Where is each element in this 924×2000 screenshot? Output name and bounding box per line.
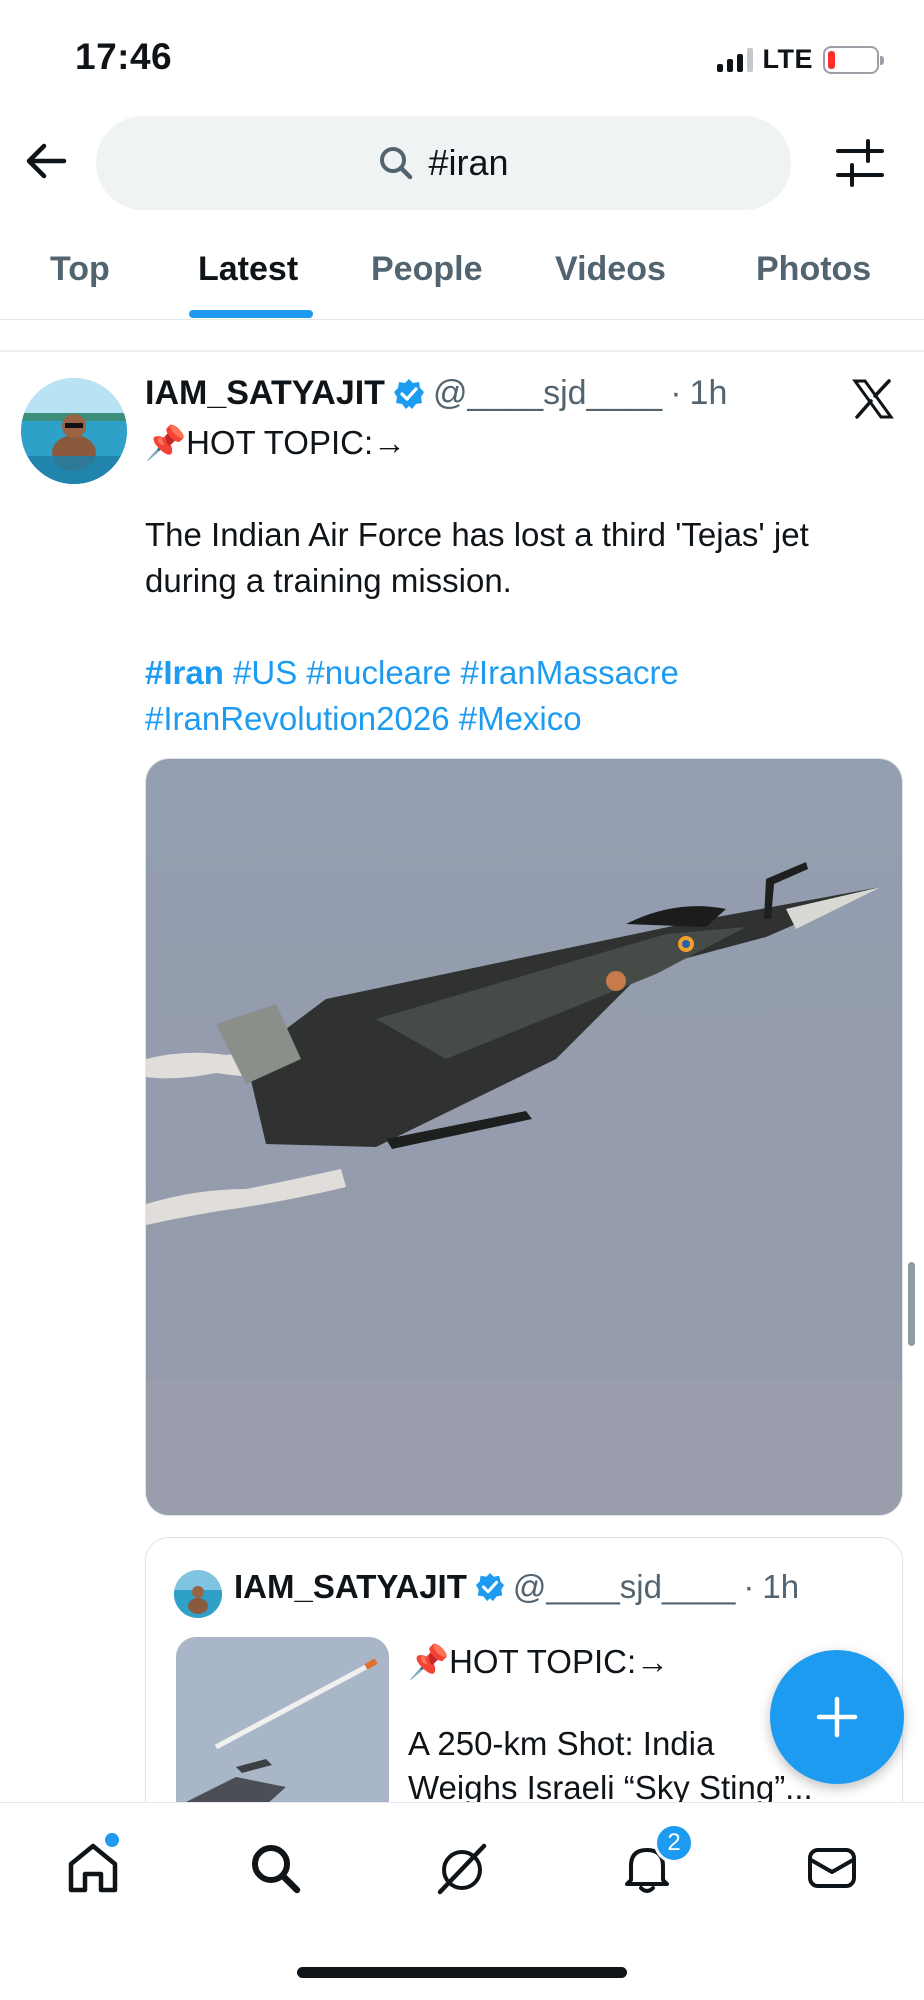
tweet-text-line: The Indian Air Force has lost a third 'T… bbox=[145, 516, 809, 553]
hashtags-line: #IranRevolution2026 #Mexico bbox=[145, 696, 582, 742]
hashtag-link[interactable]: #US bbox=[233, 654, 297, 691]
scrollbar[interactable] bbox=[908, 1262, 915, 1346]
tab-latest[interactable]: Latest bbox=[198, 250, 298, 289]
author-handle: @____sjd____ bbox=[512, 1568, 736, 1605]
search-input[interactable]: #iran bbox=[96, 116, 791, 210]
search-icon bbox=[380, 147, 413, 180]
tweet-header: IAM_SATYAJIT @____sjd____ · 1h bbox=[145, 374, 727, 413]
tweet-text-line: 📌HOT TOPIC:→ bbox=[145, 424, 407, 461]
nav-grok[interactable] bbox=[427, 1833, 497, 1903]
fighter-jet-photo bbox=[146, 759, 902, 1515]
divider bbox=[0, 350, 924, 352]
battery-level bbox=[828, 50, 835, 69]
separator-dot: · bbox=[670, 374, 682, 412]
search-icon bbox=[252, 1845, 301, 1894]
avatar bbox=[174, 1570, 222, 1618]
home-icon bbox=[68, 1843, 118, 1893]
nav-search[interactable] bbox=[240, 1833, 310, 1903]
home-unread-dot bbox=[105, 1833, 119, 1847]
back-arrow-icon bbox=[26, 143, 67, 179]
quoted-tweet-text-line: 📌HOT TOPIC:→ bbox=[408, 1643, 670, 1680]
author-name[interactable]: IAM_SATYAJIT bbox=[145, 374, 385, 413]
network-label: LTE bbox=[762, 44, 813, 74]
hashtag-link[interactable]: #Mexico bbox=[459, 700, 582, 737]
battery-icon bbox=[823, 45, 884, 74]
verified-badge-icon bbox=[475, 1572, 504, 1602]
hashtag-link[interactable]: #nucleare bbox=[306, 654, 451, 691]
quoted-tweet-text-line: A 250-km Shot: India bbox=[408, 1725, 715, 1762]
author-name: IAM_SATYAJIT bbox=[234, 1568, 467, 1605]
plus-icon bbox=[816, 1696, 858, 1738]
status-time: 17:46 bbox=[75, 36, 173, 77]
signal-icon bbox=[716, 47, 753, 72]
tweet-time: 1h bbox=[762, 1568, 800, 1605]
status-bar: 17:46 LTE bbox=[0, 0, 924, 110]
nav-messages[interactable] bbox=[797, 1833, 867, 1903]
hashtag-link[interactable]: #IranMassacre bbox=[461, 654, 679, 691]
tab-photos[interactable]: Photos bbox=[756, 250, 871, 289]
back-button[interactable] bbox=[20, 135, 72, 187]
home-indicator[interactable] bbox=[297, 1967, 627, 1978]
active-tab-indicator bbox=[189, 310, 313, 318]
author-handle[interactable]: @____sjd____ bbox=[433, 374, 662, 413]
avatar[interactable] bbox=[21, 378, 127, 484]
search-query: #iran bbox=[428, 142, 509, 183]
filter-sliders-icon bbox=[836, 139, 884, 187]
hashtag-link[interactable]: #IranRevolution2026 bbox=[145, 700, 450, 737]
tab-top[interactable]: Top bbox=[50, 250, 110, 289]
tab-videos[interactable]: Videos bbox=[555, 250, 666, 289]
compose-button[interactable] bbox=[770, 1650, 904, 1784]
tab-people[interactable]: People bbox=[371, 250, 482, 289]
hashtag-link[interactable]: #Iran bbox=[145, 654, 224, 691]
tweet-time[interactable]: 1h bbox=[690, 374, 728, 413]
mail-icon bbox=[808, 1848, 856, 1888]
tweet-text-line: during a training mission. bbox=[145, 562, 512, 599]
hashtags-line: #Iran #US #nucleare #IranMassacre bbox=[145, 650, 679, 696]
notification-badge: 2 bbox=[654, 1823, 694, 1863]
status-indicators: LTE bbox=[716, 44, 884, 75]
quoted-tweet-header: IAM_SATYAJIT @____sjd____ · 1h bbox=[234, 1568, 799, 1606]
separator-dot: · bbox=[743, 1568, 755, 1605]
tweet-media-image[interactable] bbox=[145, 758, 903, 1516]
verified-badge-icon bbox=[393, 378, 424, 409]
x-logo-icon[interactable] bbox=[852, 378, 894, 420]
filter-button[interactable] bbox=[834, 137, 886, 189]
search-tabs: Top Latest People Videos Photos bbox=[0, 240, 924, 320]
grok-icon bbox=[437, 1843, 487, 1895]
